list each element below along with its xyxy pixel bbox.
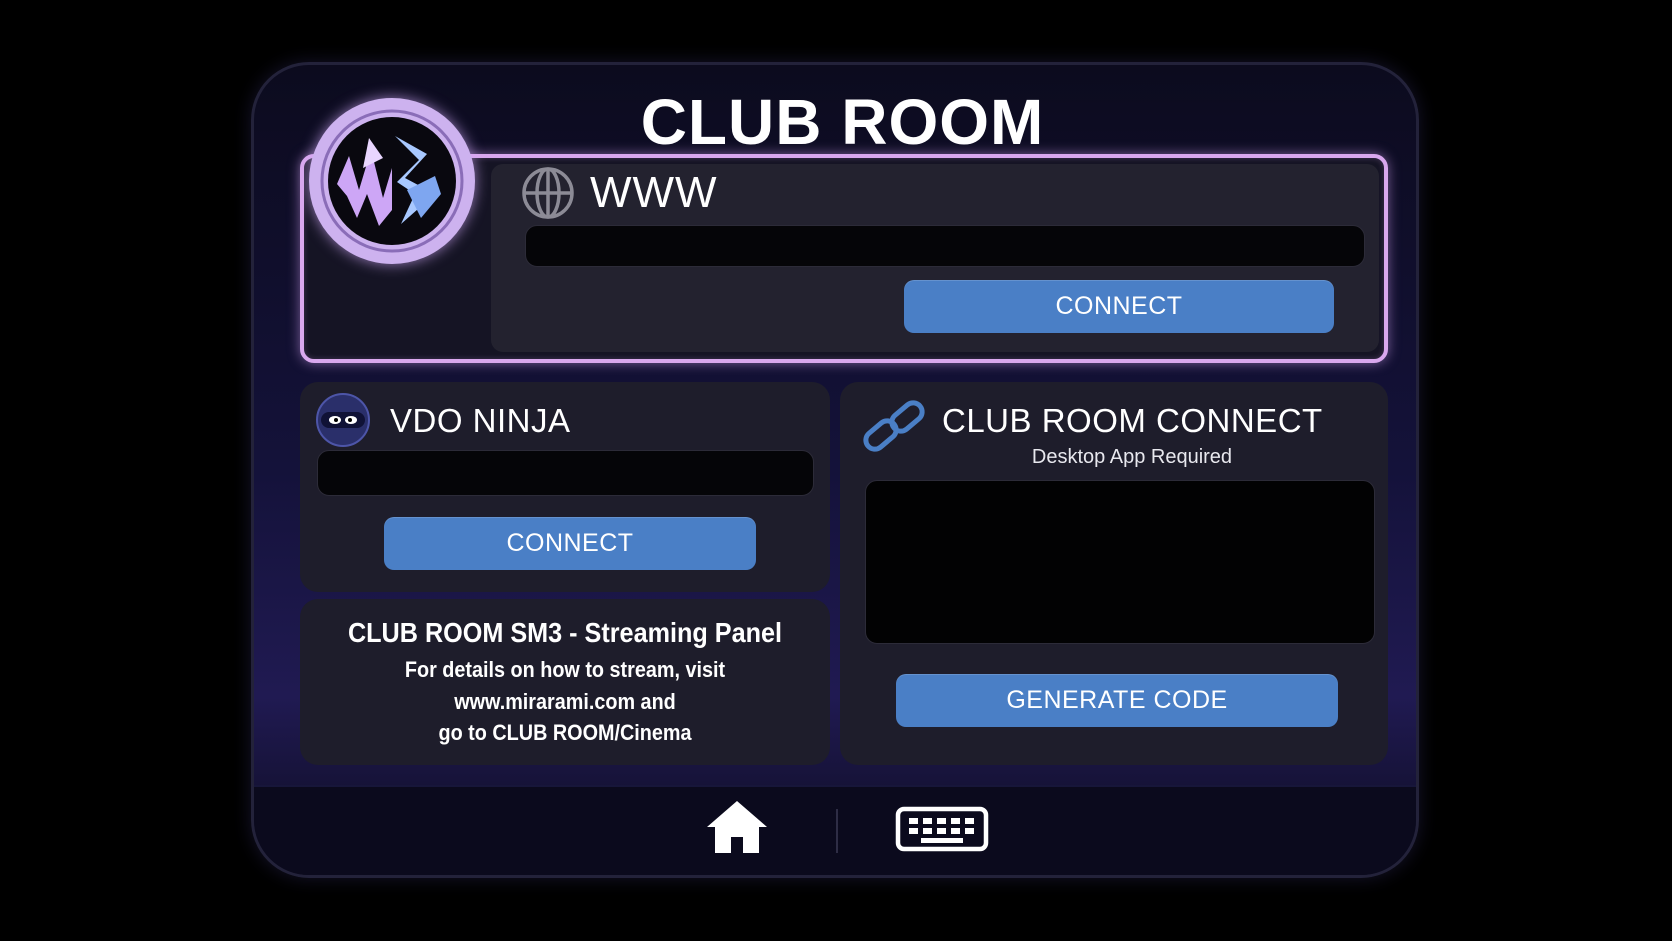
info-line-3: go to CLUB ROOM/Cinema: [438, 720, 692, 745]
info-card: CLUB ROOM SM3 - Streaming Panel For deta…: [300, 599, 830, 765]
www-connect-button[interactable]: CONNECT: [904, 280, 1334, 333]
vdo-ninja-connect-button[interactable]: CONNECT: [384, 517, 756, 570]
www-label: WWW: [590, 168, 718, 217]
connect-code-display: [865, 480, 1375, 644]
club-room-logo-icon: [309, 98, 475, 264]
desktop-app-required-note: Desktop App Required: [1031, 446, 1233, 468]
club-room-connect-label: CLUB ROOM CONNECT: [942, 402, 1323, 439]
vdo-ninja-label: VDO NINJA: [390, 402, 571, 439]
globe-icon: [522, 167, 574, 219]
keyboard-icon[interactable]: [895, 806, 989, 852]
www-header: WWW: [520, 165, 718, 221]
link-icon: [863, 400, 925, 452]
bottom-bar: [254, 785, 1416, 875]
ninja-icon: [316, 393, 370, 447]
vdo-ninja-input[interactable]: [317, 450, 814, 496]
streaming-panel: CLUB ROOM WWW CONNECT VDO NINJA CONNECT …: [251, 62, 1419, 878]
generate-code-button[interactable]: GENERATE CODE: [896, 674, 1338, 727]
info-line-2: www.mirarami.com and: [454, 689, 676, 714]
info-line-1: For details on how to stream, visit: [404, 657, 726, 682]
info-title: CLUB ROOM SM3 - Streaming Panel: [347, 617, 783, 648]
www-url-input[interactable]: [525, 225, 1365, 267]
home-icon[interactable]: [705, 799, 769, 855]
bottom-bar-divider: [836, 809, 838, 853]
